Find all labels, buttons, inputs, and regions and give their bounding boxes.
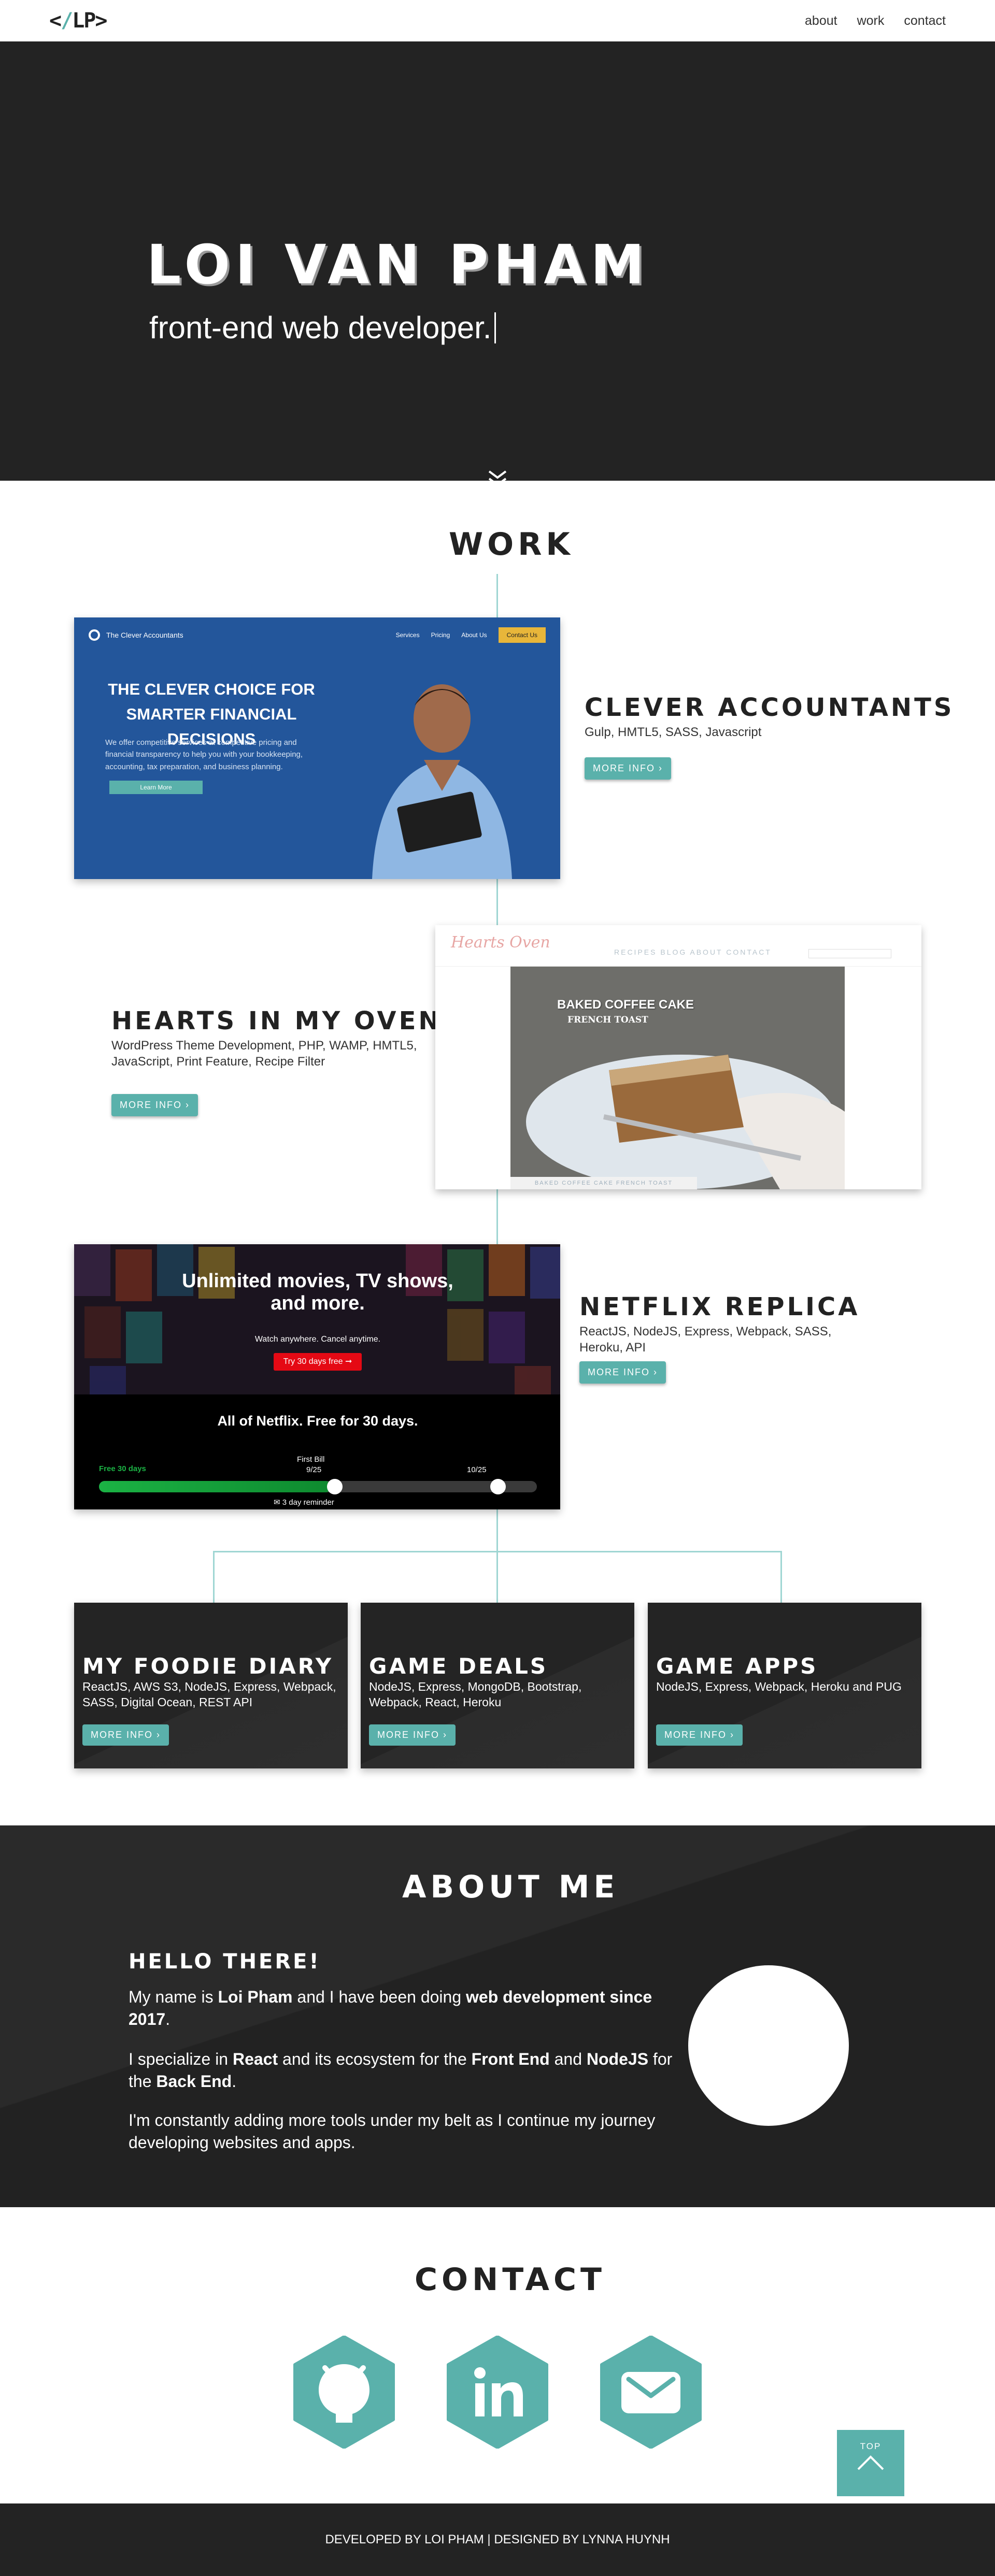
project-tech: WordPress Theme Development, PHP, WAMP, … xyxy=(111,1039,417,1069)
about-title: ABOUT ME xyxy=(402,1869,619,1905)
project-tech: ReactJS, AWS S3, NodeJS, Express, Webpac… xyxy=(82,1680,336,1709)
github-icon[interactable] xyxy=(293,2336,395,2449)
project-tech: NodeJS, Express, MongoDB, Bootstrap, Web… xyxy=(369,1680,582,1709)
photo-subtitle: FRENCH TOAST xyxy=(567,1015,648,1025)
project-title: CLEVER ACCOUNTANTS xyxy=(585,693,955,722)
preview-menu: RECIPES BLOG ABOUT CONTACT xyxy=(614,948,772,956)
about-paragraph: I specialize in React and its ecosystem … xyxy=(129,2050,673,2091)
preview-navbar: Hearts Oven RECIPES BLOG ABOUT CONTACT xyxy=(435,925,921,967)
preview-navbar: The Clever Accountants Services Pricing … xyxy=(74,617,560,653)
about-paragraph: I'm constantly adding more tools under m… xyxy=(129,2111,656,2152)
nav-link-contact[interactable]: contact xyxy=(904,13,946,28)
photo-title: BAKED COFFEE CAKE xyxy=(557,998,694,1012)
free-trial-label: Free 30 days xyxy=(99,1464,146,1473)
coffee-cake-photo: BAKED COFFEE CAKE FRENCH TOAST BAKED COF… xyxy=(510,967,845,1189)
preview-logo: Hearts Oven xyxy=(451,933,550,952)
footer: DEVELOPED BY LOI PHAM | DESIGNED BY LYNN… xyxy=(0,2503,995,2576)
timeline-branch-left xyxy=(213,1551,215,1603)
about-paragraph: My name is Loi Pham and I have been doin… xyxy=(129,1988,652,2029)
progress-marker xyxy=(490,1479,506,1494)
preview-link: Services xyxy=(395,631,420,639)
back-to-top-button[interactable]: TOP xyxy=(837,2430,904,2496)
poster-collage xyxy=(74,1244,560,1400)
preview-link: Pricing xyxy=(431,631,450,639)
accountant-photo xyxy=(372,684,512,879)
hero-section: LOI VAN PHAM front-end web developer. xyxy=(0,41,995,486)
preview-try-button: Try 30 days free ➞ xyxy=(274,1353,362,1371)
about-section: ABOUT ME HELLO THERE! My name is Loi Pha… xyxy=(0,1825,995,2207)
preview-link: About Us xyxy=(461,631,487,639)
nav-link-work[interactable]: work xyxy=(857,13,885,28)
work-title: WORK xyxy=(449,526,574,563)
timeline-branch xyxy=(213,1551,782,1552)
footer-credits: DEVELOPED BY LOI PHAM | DESIGNED BY LYNN… xyxy=(325,2532,670,2546)
clever-accountants-preview[interactable]: The Clever Accountants Services Pricing … xyxy=(74,617,560,879)
preview-brand: The Clever Accountants xyxy=(106,631,183,639)
first-bill-label: First Bill xyxy=(297,1455,325,1464)
chevron-up-icon xyxy=(857,2455,884,2470)
hello-heading: HELLO THERE! xyxy=(129,1950,321,1974)
game-apps-card[interactable]: GAME APPS NodeJS, Express, Webpack, Hero… xyxy=(648,1603,921,1768)
hero-tagline: front-end web developer. xyxy=(149,310,492,345)
preview-links: Services Pricing About Us Contact Us xyxy=(396,627,546,643)
more-info-button[interactable]: MORE INFO › xyxy=(656,1724,743,1746)
project-tech: ReactJS, NodeJS, Express, Webpack, SASS,… xyxy=(579,1325,832,1355)
project-tech: Gulp, HMTL5, SASS, Javascript xyxy=(585,725,762,739)
preview-learn-more: Learn More xyxy=(109,781,203,794)
contact-section: CONTACT TOP xyxy=(0,2207,995,2503)
reminder-label: ✉ 3 day reminder xyxy=(274,1498,334,1507)
hearts-in-my-oven-preview[interactable]: Hearts Oven RECIPES BLOG ABOUT CONTACT B… xyxy=(435,925,921,1189)
logo-initials: LP> xyxy=(72,9,107,33)
photo-caption: BAKED COFFEE CAKE FRENCH TOAST xyxy=(510,1177,697,1189)
progress-marker xyxy=(327,1479,343,1494)
preview-subtitle: Watch anywhere. Cancel anytime. xyxy=(254,1335,381,1344)
more-info-button[interactable]: MORE INFO › xyxy=(111,1094,198,1116)
logo-slash: / xyxy=(61,9,73,33)
trial-progress-fill xyxy=(99,1481,331,1492)
nav-link-about[interactable]: about xyxy=(805,13,837,28)
preview-body: We offer competitive services at competi… xyxy=(105,738,303,771)
contact-title: CONTACT xyxy=(415,2262,606,2298)
project-title: MY FOODIE DIARY xyxy=(82,1653,334,1679)
hero-name: LOI VAN PHAM xyxy=(147,233,650,296)
more-info-button[interactable]: MORE INFO › xyxy=(585,757,671,780)
hero-tagline-wrap: front-end web developer. xyxy=(149,310,496,346)
project-tech: NodeJS, Express, Webpack, Heroku and PUG xyxy=(656,1680,902,1693)
top-nav: </LP> about work contact xyxy=(0,0,995,41)
game-deals-card[interactable]: GAME DEALS NodeJS, Express, MongoDB, Boo… xyxy=(361,1603,634,1768)
project-title: GAME APPS xyxy=(656,1653,818,1679)
typing-cursor xyxy=(494,312,496,343)
mail-icon[interactable] xyxy=(600,2336,702,2449)
work-section: WORK The Clever Accountants Services Pri… xyxy=(0,481,995,1825)
netflix-replica-preview[interactable]: Unlimited movies, TV shows, and more. Wa… xyxy=(74,1244,560,1509)
project-title: GAME DEALS xyxy=(369,1653,548,1679)
site-logo[interactable]: </LP> xyxy=(49,9,107,33)
more-info-button[interactable]: MORE INFO › xyxy=(82,1724,169,1746)
top-label: TOP xyxy=(860,2441,882,2451)
more-info-button[interactable]: MORE INFO › xyxy=(579,1361,666,1384)
timeline-branch-right xyxy=(780,1551,782,1603)
preview-headline: Unlimited movies, TV shows, and more. xyxy=(182,1270,453,1314)
preview-search-input xyxy=(808,949,891,958)
more-info-button[interactable]: MORE INFO › xyxy=(369,1724,456,1746)
nav-links: about work contact xyxy=(805,13,946,28)
logo-bracket: < xyxy=(49,9,62,33)
avatar xyxy=(688,1965,849,2126)
linkedin-icon[interactable] xyxy=(446,2336,549,2449)
trial-progress-bar xyxy=(99,1479,537,1494)
project-title: NETFLIX REPLICA xyxy=(579,1292,860,1321)
project-title: HEARTS IN MY OVEN xyxy=(111,1006,442,1035)
preview-offer: All of Netflix. Free for 30 days. xyxy=(217,1413,418,1429)
date-label: 9/25 xyxy=(306,1465,322,1474)
preview-cta: Contact Us xyxy=(498,627,546,643)
date-label: 10/25 xyxy=(467,1465,487,1474)
ca-logo-icon xyxy=(89,629,100,641)
foodie-diary-card[interactable]: MY FOODIE DIARY ReactJS, AWS S3, NodeJS,… xyxy=(74,1603,348,1768)
